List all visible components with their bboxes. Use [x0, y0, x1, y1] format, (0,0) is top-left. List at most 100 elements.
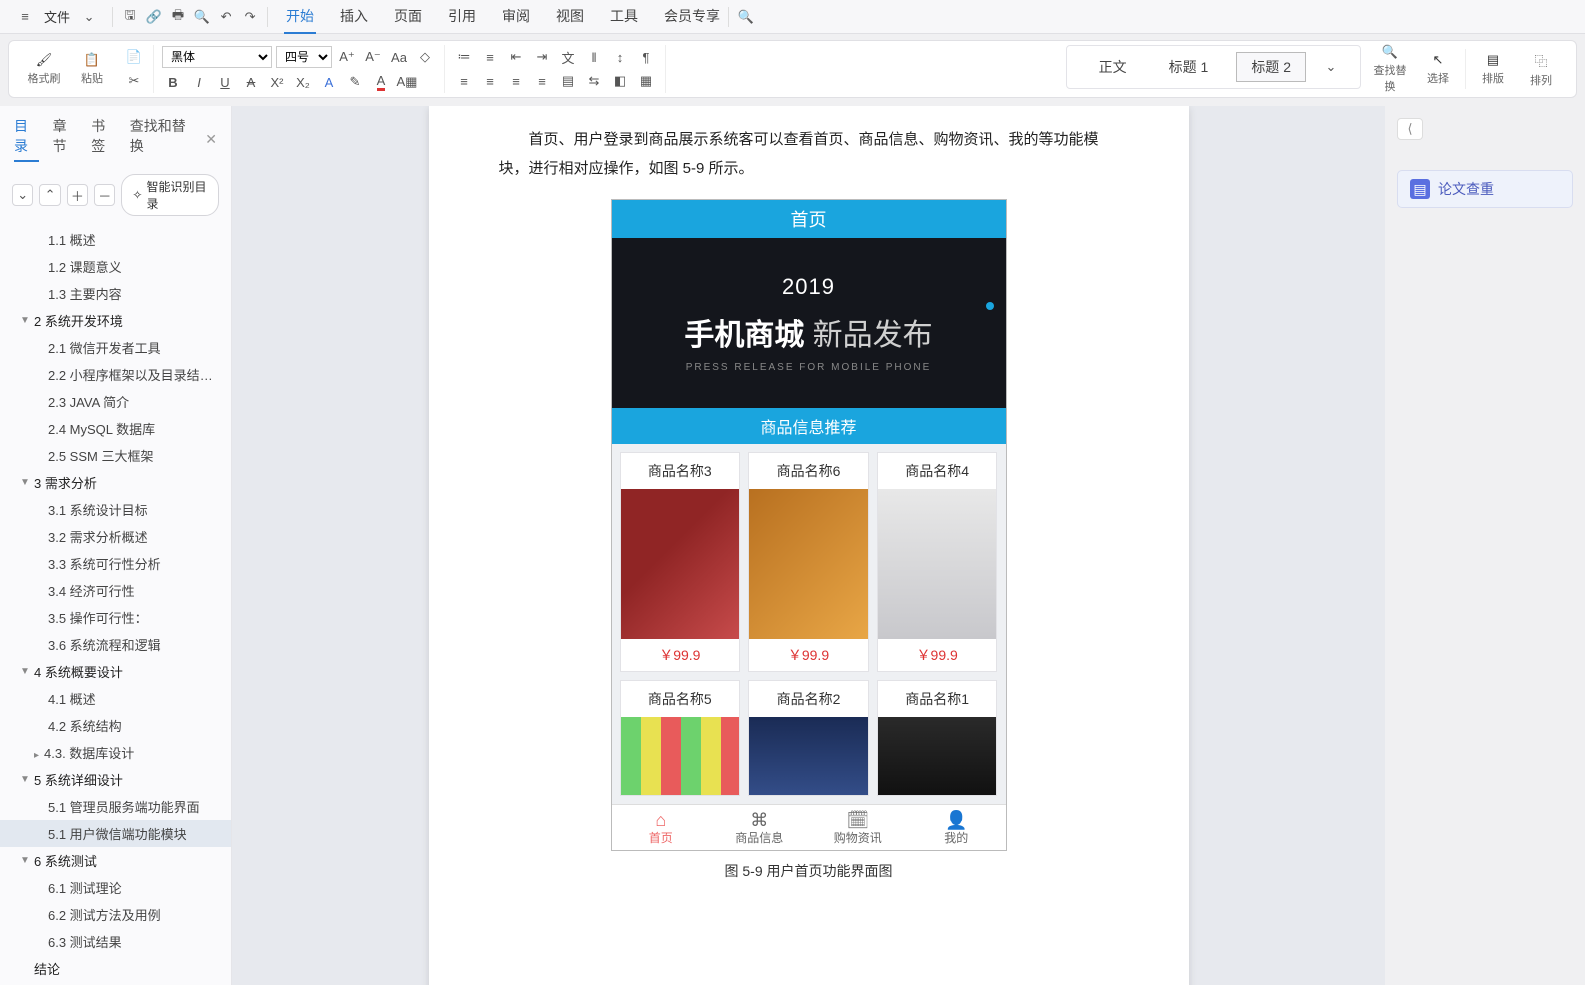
align-center-icon[interactable]: ≡ [479, 71, 501, 91]
chevron-down-icon[interactable]: ⌄ [78, 6, 100, 28]
outline-node[interactable]: 1.1 概述 [0, 226, 231, 253]
outline-node[interactable]: ▼6 系统测试 [0, 847, 231, 874]
search-icon[interactable]: 🔍 [735, 6, 757, 28]
ribbon-tab[interactable]: 引用 [446, 0, 478, 34]
outline-node[interactable]: 4.1 概述 [0, 685, 231, 712]
font-size-select[interactable]: 四号 [276, 46, 332, 68]
highlight-icon[interactable]: ✎ [344, 72, 366, 92]
font-color-icon[interactable]: A [370, 72, 392, 92]
ribbon-tab[interactable]: 审阅 [500, 0, 532, 34]
expand-all-button[interactable]: ⌄ [12, 184, 33, 206]
format-brush-button[interactable]: 🖌 格式刷 [23, 50, 65, 88]
bold-icon[interactable]: B [162, 72, 184, 92]
fill-color-icon[interactable]: ◧ [609, 71, 631, 91]
outline-node[interactable]: 3.2 需求分析概述 [0, 523, 231, 550]
copy-icon[interactable]: 📄 [123, 47, 145, 67]
outline-node[interactable]: 2.1 微信开发者工具 [0, 334, 231, 361]
outline-node[interactable]: 结论 [0, 955, 231, 982]
ribbon-tab[interactable]: 工具 [608, 0, 640, 34]
document-area[interactable]: 首页、用户登录到商品展示系统客可以查看首页、商品信息、购物资讯、我的等功能模块，… [232, 106, 1385, 985]
nav-pane-tab[interactable]: 章节 [53, 116, 78, 162]
font-name-select[interactable]: 黑体 [162, 46, 272, 68]
phone-nav-item[interactable]: 👤我的 [907, 805, 1006, 850]
ribbon-tab[interactable]: 页面 [392, 0, 424, 34]
tab-icon[interactable]: ⇆ [583, 71, 605, 91]
align-right-icon[interactable]: ≡ [505, 71, 527, 91]
menu-icon[interactable]: ≡ [14, 6, 36, 28]
border-icon[interactable]: ▦ [635, 71, 657, 91]
outline-node[interactable]: ▼4 系统概要设计 [0, 658, 231, 685]
outline-node[interactable]: 1.2 课题意义 [0, 253, 231, 280]
select-button[interactable]: ↖选择 [1417, 50, 1459, 88]
collapse-all-button[interactable]: ⌃ [39, 184, 60, 206]
outdent-icon[interactable]: ⇤ [505, 47, 527, 67]
thesis-check-button[interactable]: ▤ 论文查重 [1397, 170, 1573, 208]
ribbon-tab[interactable]: 会员专享 [662, 0, 722, 34]
distribute-icon[interactable]: ▤ [557, 71, 579, 91]
link-icon[interactable]: 🔗 [143, 6, 165, 28]
product-card[interactable]: 商品名称5 [620, 680, 741, 796]
shrink-font-icon[interactable]: A⁻ [362, 47, 384, 67]
outline-node[interactable]: 3.5 操作可行性： [0, 604, 231, 631]
outline-node[interactable]: 2.4 MySQL 数据库 [0, 415, 231, 442]
shading-icon[interactable]: A▦ [396, 72, 418, 92]
outline-node[interactable]: 6.3 测试结果 [0, 928, 231, 955]
outline-node[interactable]: ▸4.3. 数据库设计 [0, 739, 231, 766]
outline-node[interactable]: 5.1 管理员服务端功能界面 [0, 793, 231, 820]
style-heading1[interactable]: 标题 1 [1155, 53, 1223, 81]
text-direction-icon[interactable]: 文 [557, 47, 579, 67]
style-more-icon[interactable]: ⌄ [1320, 57, 1342, 77]
style-heading2[interactable]: 标题 2 [1236, 52, 1306, 82]
subscript-icon[interactable]: X₂ [292, 72, 314, 92]
outline-node[interactable]: 3.6 系统流程和逻辑 [0, 631, 231, 658]
phone-nav-item[interactable]: ⌘商品信息 [710, 805, 809, 850]
bullets-icon[interactable]: ≔ [453, 47, 475, 67]
outline-node[interactable]: 2.2 小程序框架以及目录结构介 ... [0, 361, 231, 388]
outline-node[interactable]: 5.1 用户微信端功能模块 [0, 820, 231, 847]
find-replace-button[interactable]: 🔍查找替换 [1369, 42, 1411, 96]
outline-node[interactable]: 3.4 经济可行性 [0, 577, 231, 604]
phone-nav-item[interactable]: ⌂首页 [612, 805, 711, 850]
product-card[interactable]: 商品名称3￥99.9 [620, 452, 741, 672]
outline-node[interactable]: ▼2 系统开发环境 [0, 307, 231, 334]
numbering-icon[interactable]: ≡ [479, 47, 501, 67]
outline-node[interactable]: 3.1 系统设计目标 [0, 496, 231, 523]
redo-icon[interactable]: ↷ [239, 6, 261, 28]
strike-icon[interactable]: A [240, 72, 262, 92]
ribbon-tab[interactable]: 插入 [338, 0, 370, 34]
outline-node[interactable]: 1.3 主要内容 [0, 280, 231, 307]
text-effect-icon[interactable]: A [318, 72, 340, 92]
superscript-icon[interactable]: X² [266, 72, 288, 92]
outline-node[interactable]: ▼5 系统详细设计 [0, 766, 231, 793]
arrange-button[interactable]: ⿻排列 [1520, 49, 1562, 90]
product-card[interactable]: 商品名称6￥99.9 [748, 452, 869, 672]
cut-icon[interactable]: ✂ [123, 71, 145, 91]
close-icon[interactable]: ✕ [205, 131, 217, 148]
change-case-icon[interactable]: Aa [388, 47, 410, 67]
product-card[interactable]: 商品名称4￥99.9 [877, 452, 998, 672]
product-card[interactable]: 商品名称2 [748, 680, 869, 796]
product-card[interactable]: 商品名称1 [877, 680, 998, 796]
auto-detect-toc-button[interactable]: ✧智能识别目录 [121, 174, 219, 216]
underline-icon[interactable]: U [214, 72, 236, 92]
outline-node[interactable]: 6.1 测试理论 [0, 874, 231, 901]
add-node-button[interactable]: ＋ [67, 184, 88, 206]
align-justify-icon[interactable]: ≡ [531, 71, 553, 91]
outline-node[interactable]: 3.3 系统可行性分析 [0, 550, 231, 577]
phone-nav-item[interactable]: 🗓购物资讯 [809, 805, 908, 850]
file-menu[interactable]: 文件 [40, 7, 74, 26]
layout-button[interactable]: ▤排版 [1472, 50, 1514, 88]
outline-node[interactable]: 2.3 JAVA 简介 [0, 388, 231, 415]
nav-pane-tab[interactable]: 查找和替换 [130, 116, 191, 162]
print-icon[interactable]: 🖶 [167, 6, 189, 28]
italic-icon[interactable]: I [188, 72, 210, 92]
outline-node[interactable]: ▼3 需求分析 [0, 469, 231, 496]
ribbon-tab[interactable]: 视图 [554, 0, 586, 34]
line-spacing-icon[interactable]: ‖ [583, 47, 605, 67]
indent-icon[interactable]: ⇥ [531, 47, 553, 67]
outline-node[interactable]: 6.2 测试方法及用例 [0, 901, 231, 928]
ribbon-tab[interactable]: 开始 [284, 0, 316, 34]
outline-node[interactable]: 4.2 系统结构 [0, 712, 231, 739]
remove-node-button[interactable]: － [94, 184, 115, 206]
grow-font-icon[interactable]: A⁺ [336, 47, 358, 67]
